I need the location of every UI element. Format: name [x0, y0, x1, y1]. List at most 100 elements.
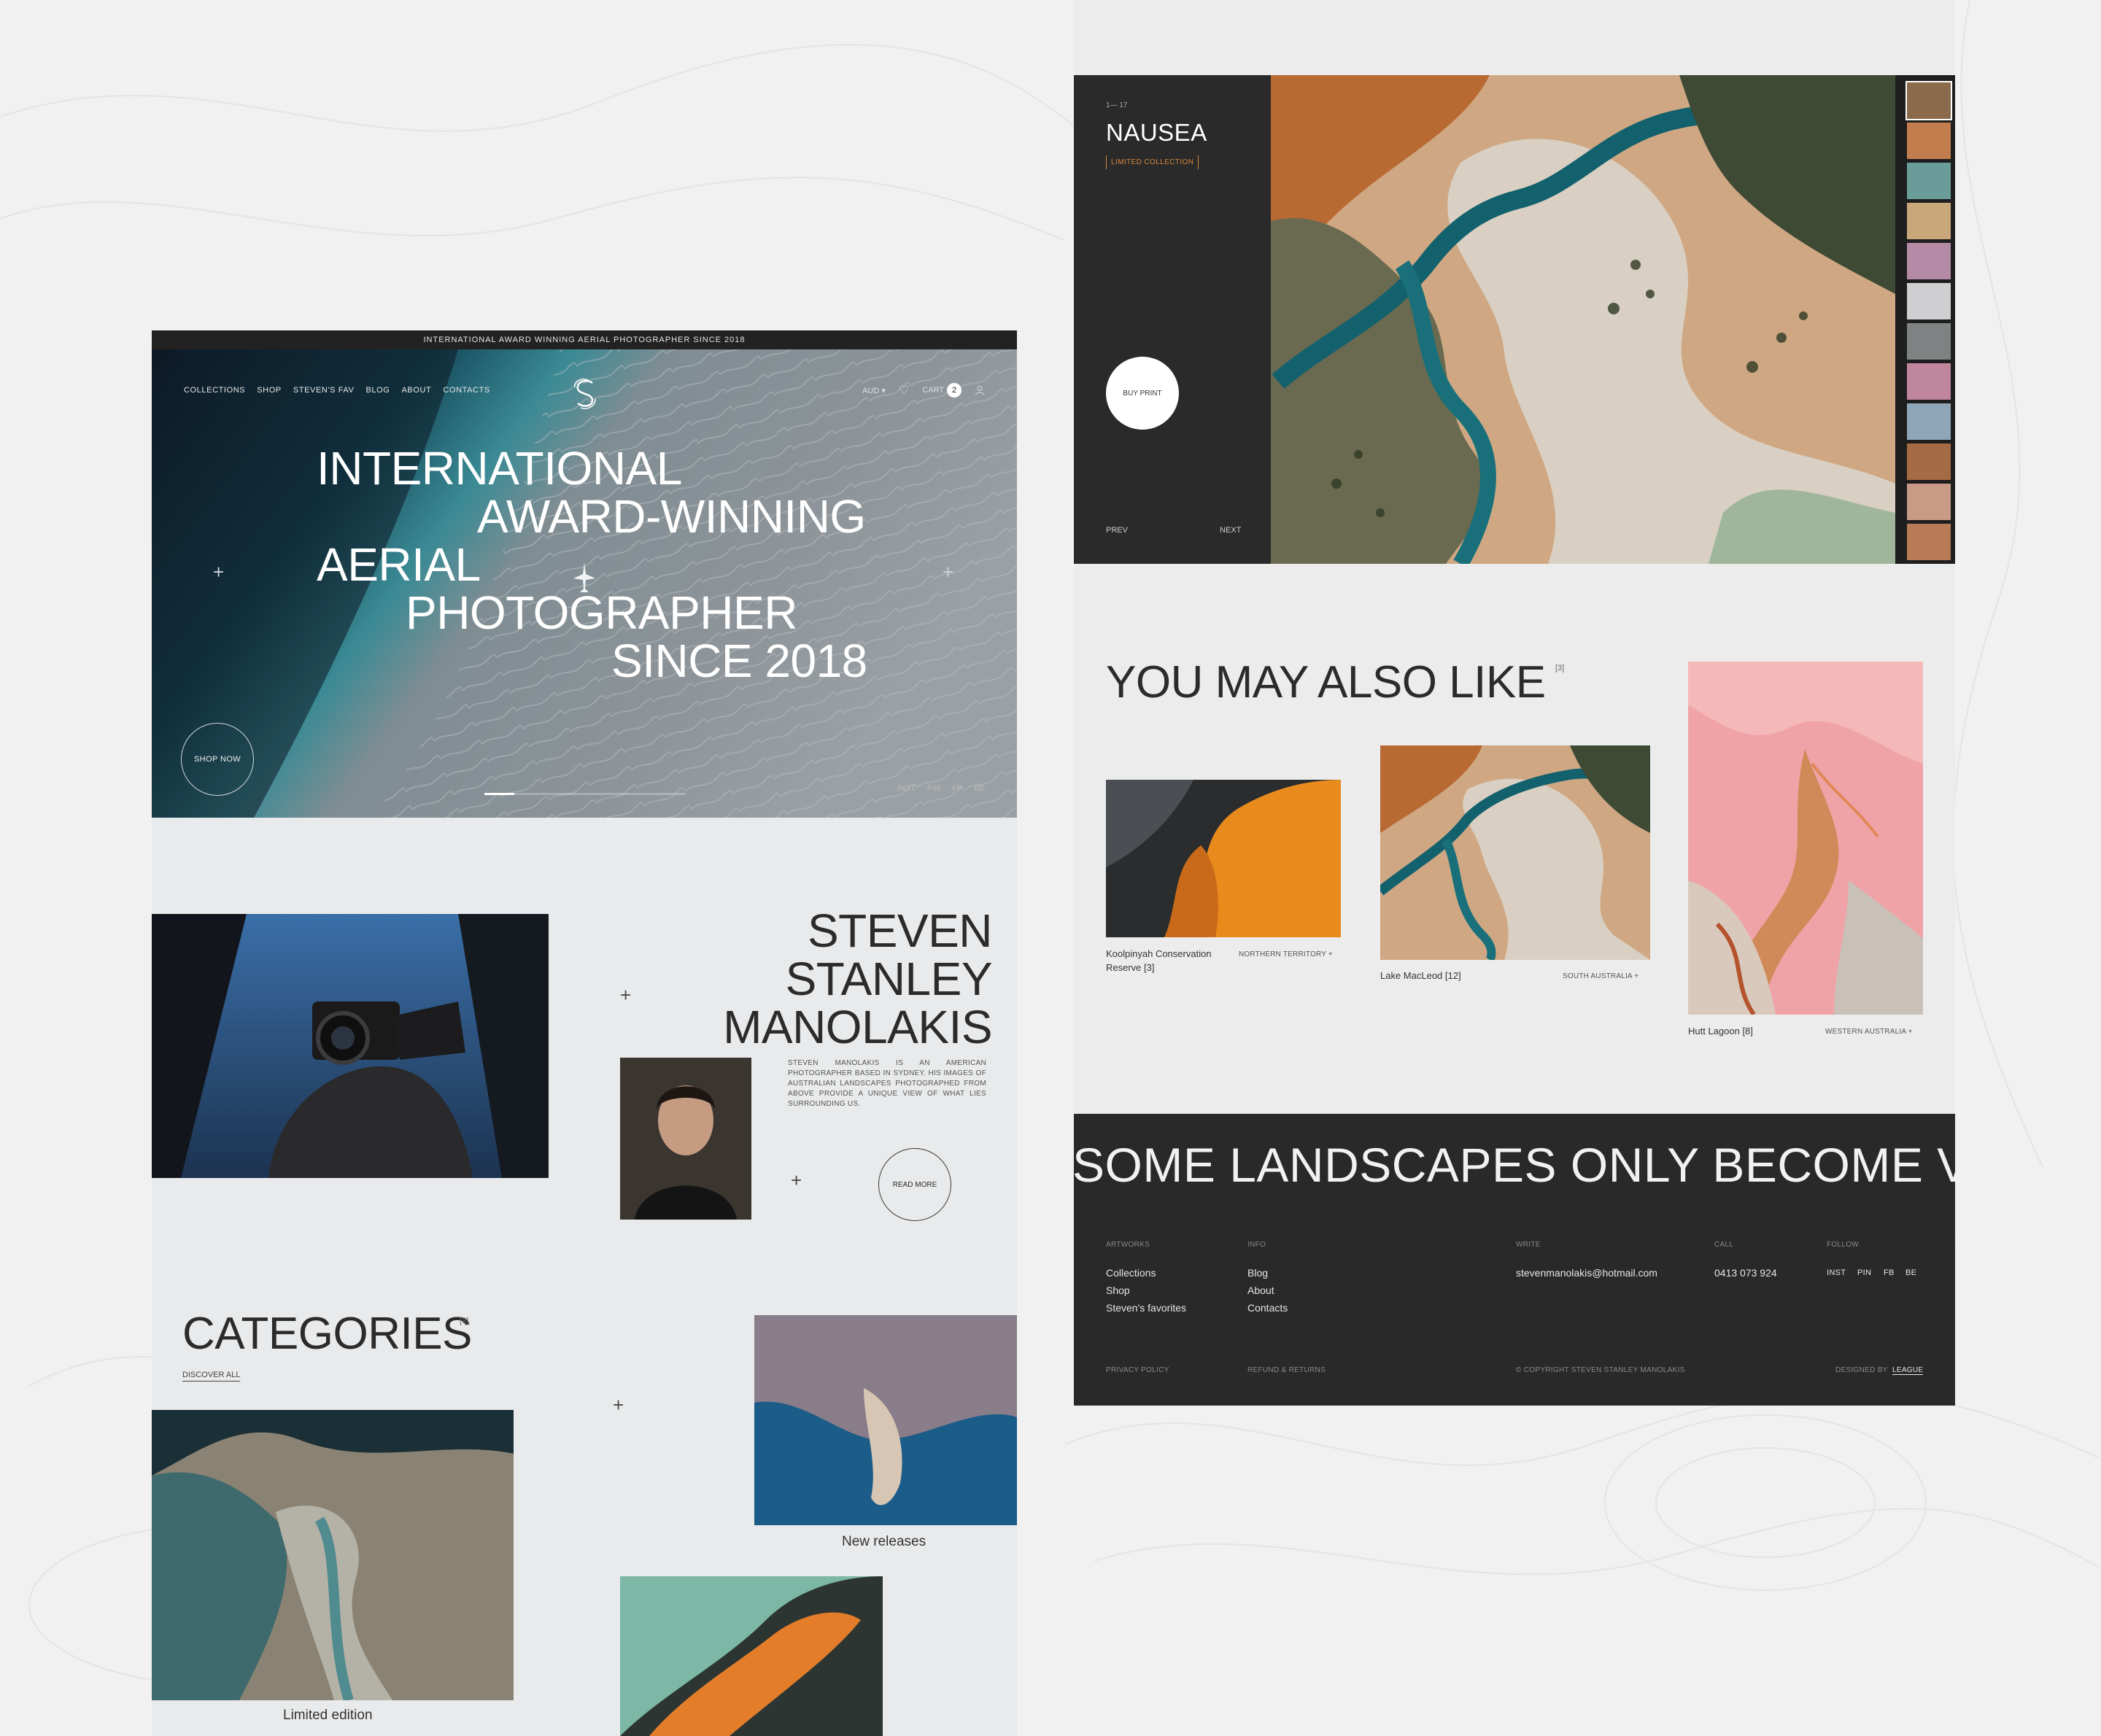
- recommend-region-lake-macleod[interactable]: SOUTH AUSTRALIA +: [1563, 972, 1638, 980]
- plus-icon: +: [791, 1169, 802, 1191]
- thumbnail[interactable]: [1907, 443, 1951, 480]
- footer-heading-call: CALL: [1714, 1241, 1734, 1249]
- product-main-image: [1271, 75, 1895, 564]
- footer-heading-write: WRITE: [1516, 1241, 1541, 1249]
- recommend-image-koolpinyah[interactable]: [1106, 780, 1341, 937]
- category-label-new: New releases: [842, 1534, 926, 1549]
- thumbnail[interactable]: [1907, 484, 1951, 520]
- footer-heading-follow: FOLLOW: [1827, 1241, 1860, 1249]
- plane-icon: [573, 562, 595, 592]
- homepage-screen: INTERNATIONAL AWARD WINNING AERIAL PHOTO…: [152, 330, 1017, 1736]
- privacy-policy-link[interactable]: PRIVACY POLICY: [1106, 1366, 1169, 1374]
- plus-icon: +: [620, 984, 632, 1006]
- currency-label: AUD: [862, 386, 880, 395]
- cart-label: CART: [922, 386, 944, 395]
- recommend-name-koolpinyah[interactable]: Koolpinyah Conservation Reserve [3]: [1106, 947, 1212, 974]
- thumbnail[interactable]: [1907, 163, 1951, 199]
- nav-about[interactable]: ABOUT: [401, 386, 431, 395]
- recommend-image-lake-macleod[interactable]: [1380, 745, 1650, 960]
- footer-link-about[interactable]: About: [1247, 1284, 1274, 1296]
- thumbnail[interactable]: [1907, 524, 1951, 560]
- cart-count-badge: 2: [947, 383, 961, 398]
- footer-link-collections[interactable]: Collections: [1106, 1267, 1156, 1279]
- slide-counter: 1— 17: [1106, 101, 1128, 109]
- you-may-also-like-title: YOU MAY ALSO LIKE: [1106, 657, 1546, 708]
- footer-link-contacts[interactable]: Contacts: [1247, 1302, 1288, 1314]
- about-bio: STEVEN MANOLAKIS IS AN AMERICAN PHOTOGRA…: [788, 1059, 986, 1108]
- thumbnail[interactable]: [1907, 243, 1951, 279]
- footer-heading-artworks: ARTWORKS: [1106, 1241, 1150, 1249]
- social-be[interactable]: BE: [974, 784, 985, 793]
- read-more-button[interactable]: READ MORE: [878, 1148, 951, 1221]
- nav-contacts[interactable]: CONTACTS: [443, 386, 490, 395]
- thumbnail[interactable]: [1905, 81, 1952, 120]
- hero-social-links: INST PIN FB BE: [897, 784, 985, 793]
- heart-icon[interactable]: ♡: [899, 383, 909, 398]
- footer-link-favorites[interactable]: Steven's favorites: [1106, 1302, 1186, 1314]
- plus-icon: +: [943, 561, 954, 583]
- footer-phone-link[interactable]: 0413 073 924: [1714, 1267, 1777, 1279]
- header-utility: AUD ▾ ♡ CART 2: [862, 383, 985, 398]
- footer-link-shop[interactable]: Shop: [1106, 1284, 1130, 1296]
- name-line-2: MANOLAKIS: [723, 1001, 992, 1053]
- shop-now-button[interactable]: SHOP NOW: [181, 723, 254, 796]
- photographer-name: STEVEN STANLEY MANOLAKIS: [604, 907, 992, 1051]
- nav-collections[interactable]: COLLECTIONS: [184, 386, 245, 395]
- designer-link[interactable]: LEAGUE: [1892, 1366, 1924, 1375]
- recommend-name-line: Reserve [3]: [1106, 962, 1155, 973]
- thumbnail[interactable]: [1907, 123, 1951, 159]
- next-button[interactable]: NEXT: [1220, 526, 1241, 535]
- recommend-image-hutt-lagoon[interactable]: [1688, 662, 1923, 1015]
- copyright-text: © COPYRIGHT STEVEN STANLEY MANOLAKIS: [1516, 1366, 1685, 1374]
- category-label-limited: Limited edition: [283, 1708, 373, 1723]
- headline-line-3: AERIAL: [317, 538, 481, 591]
- recommend-region-koolpinyah[interactable]: NORTHERN TERRITORY +: [1239, 950, 1333, 958]
- product-screen: 1— 17 NAUSEA LIMITED COLLECTION BUY PRIN…: [1074, 0, 1955, 1406]
- cart-button[interactable]: CART 2: [922, 383, 961, 398]
- social-inst[interactable]: INST: [897, 784, 916, 793]
- plus-icon: +: [613, 1394, 624, 1416]
- helicopter-photo: [152, 914, 549, 1178]
- footer-social-be[interactable]: BE: [1905, 1268, 1916, 1277]
- thumbnail[interactable]: [1907, 363, 1951, 400]
- recommend-name-lake-macleod[interactable]: Lake MacLeod [12]: [1380, 969, 1461, 983]
- slide-progress-fill: [484, 793, 515, 795]
- social-fb[interactable]: FB: [952, 784, 962, 793]
- categories-count: [3]: [460, 1317, 469, 1325]
- thumbnail[interactable]: [1907, 323, 1951, 360]
- social-pin[interactable]: PIN: [927, 784, 940, 793]
- footer-heading-info: INFO: [1247, 1241, 1266, 1249]
- footer-link-blog[interactable]: Blog: [1247, 1267, 1268, 1279]
- category-image-limited[interactable]: [152, 1410, 514, 1700]
- thumbnail[interactable]: [1907, 203, 1951, 239]
- prev-button[interactable]: PREV: [1106, 526, 1128, 535]
- refund-returns-link[interactable]: REFUND & RETURNS: [1247, 1366, 1326, 1374]
- headline-line-2: AWARD-WINNING: [477, 490, 866, 543]
- recommend-name-line: Koolpinyah Conservation: [1106, 948, 1212, 959]
- category-image-new[interactable]: [754, 1315, 1017, 1525]
- recommend-count: [3]: [1555, 664, 1565, 673]
- category-image-third[interactable]: [620, 1576, 883, 1736]
- announcement-bar: INTERNATIONAL AWARD WINNING AERIAL PHOTO…: [152, 330, 1017, 349]
- recommend-name-hutt-lagoon[interactable]: Hutt Lagoon [8]: [1688, 1024, 1753, 1038]
- slide-progress: [484, 793, 686, 795]
- footer-social-inst[interactable]: INST: [1827, 1268, 1846, 1277]
- headline-line-4: PHOTOGRAPHER: [406, 586, 797, 639]
- main-nav: COLLECTIONS SHOP STEVEN'S FAV BLOG ABOUT…: [184, 386, 490, 395]
- currency-select[interactable]: AUD ▾: [862, 386, 886, 395]
- thumbnail[interactable]: [1907, 403, 1951, 440]
- buy-print-button[interactable]: BUY PRINT: [1106, 357, 1179, 430]
- nav-blog[interactable]: BLOG: [366, 386, 390, 395]
- footer-email-link[interactable]: stevenmanolakis@hotmail.com: [1516, 1267, 1657, 1279]
- recommend-region-hutt-lagoon[interactable]: WESTERN AUSTRALIA +: [1825, 1028, 1913, 1036]
- limited-collection-tag: LIMITED COLLECTION: [1106, 155, 1199, 169]
- nav-shop[interactable]: SHOP: [257, 386, 282, 395]
- discover-all-link[interactable]: DISCOVER ALL: [182, 1371, 241, 1382]
- thumbnail[interactable]: [1907, 283, 1951, 319]
- headline-line-1: INTERNATIONAL: [317, 442, 682, 495]
- footer-social-fb[interactable]: FB: [1884, 1268, 1895, 1277]
- nav-stevens-fav[interactable]: STEVEN'S FAV: [293, 386, 355, 395]
- brand-logo-icon[interactable]: [570, 377, 600, 411]
- footer-social-pin[interactable]: PIN: [1857, 1268, 1871, 1277]
- user-icon[interactable]: [975, 385, 985, 395]
